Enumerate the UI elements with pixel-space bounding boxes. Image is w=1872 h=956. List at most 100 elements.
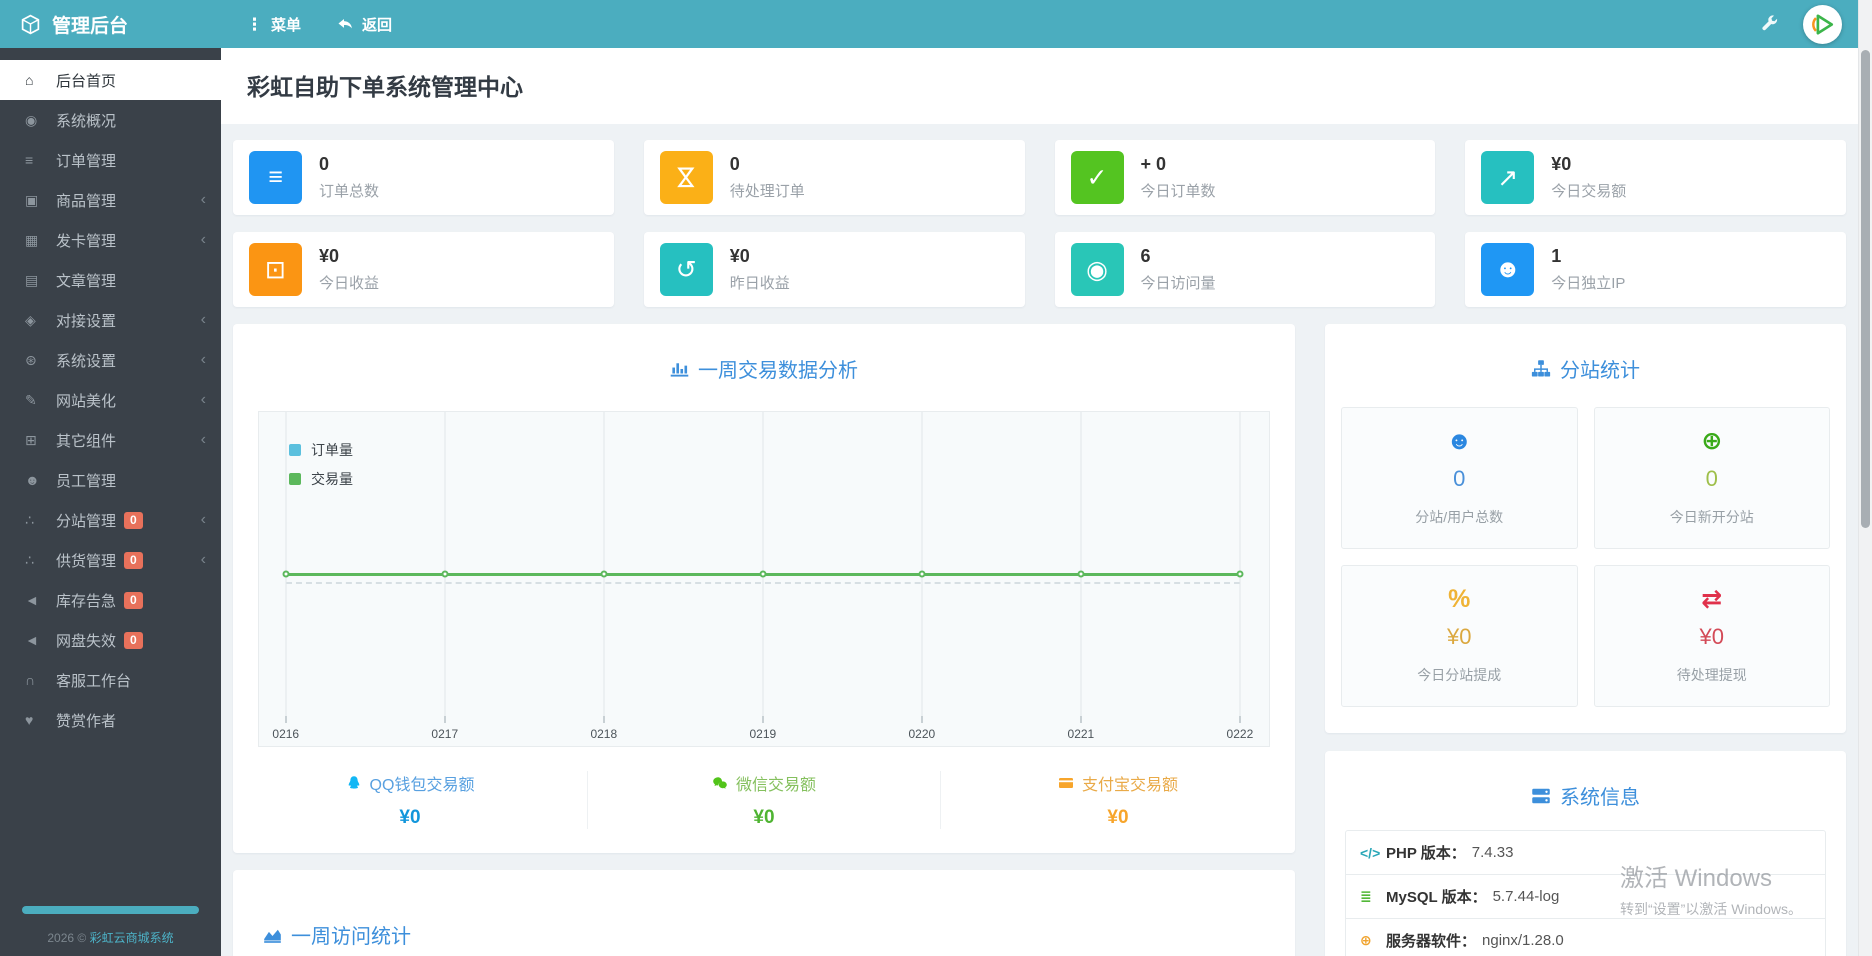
stat-today-unique-ip: ☻ 1 今日独立IP	[1465, 232, 1846, 307]
plus-circle-icon: ⊕	[1701, 427, 1723, 455]
stat-label: 昨日收益	[729, 275, 790, 292]
bullhorn-icon: ◄	[25, 632, 39, 648]
substation-label: 待处理提现	[1676, 667, 1747, 683]
sidebar-item-components[interactable]: ⊞ 其它组件 ‹	[0, 420, 221, 460]
sidebar-item-support-desk[interactable]: ∩ 客服工作台	[0, 660, 221, 700]
stat-value: ¥0	[319, 246, 340, 266]
chart-legend: 订单量交易量	[289, 440, 353, 498]
sidebar-item-suppliers[interactable]: ∴ 供货管理 0 ‹	[0, 540, 221, 580]
chevron-left-icon: ‹	[200, 511, 206, 528]
chevron-left-icon: ‹	[200, 351, 206, 368]
wrench-icon[interactable]	[1761, 15, 1779, 33]
sidebar-item-label: 网站美化	[56, 392, 117, 410]
x-axis-label: 0216	[272, 727, 300, 741]
sidebar-item-staff[interactable]: ☻ 员工管理	[0, 460, 221, 500]
main-content: 彩虹自助下单系统管理中心 ≡ 0 订单总数 ⋈ 0 待处理订单 ✓ + 0 今日…	[221, 48, 1858, 956]
exchange-icon: ⇄	[1701, 585, 1723, 613]
sidebar-item-orders[interactable]: ≡ 订单管理	[0, 140, 221, 180]
sidebar-item-products[interactable]: ▣ 商品管理 ‹	[0, 180, 221, 220]
globe-icon: ⊕	[1360, 932, 1372, 948]
video-player-logo[interactable]	[1803, 4, 1842, 44]
kebab-menu-icon: ⋮	[246, 14, 263, 34]
system-info-value: 7.4.33	[1471, 844, 1514, 861]
sidebar-item-label: 网盘失效	[56, 632, 117, 650]
sidebar-item-label: 赞赏作者	[56, 712, 117, 730]
legend-item[interactable]: 订单量	[289, 440, 353, 460]
topbar: 管理后台 ⋮ 菜单 返回	[0, 0, 1858, 48]
stat-today-volume: ↗ ¥0 今日交易额	[1465, 140, 1846, 215]
substation-value: 0	[1453, 466, 1466, 491]
sidebar-item-substations[interactable]: ∴ 分站管理 0 ‹	[0, 500, 221, 540]
data-point-marker	[759, 570, 767, 578]
stat-label: 今日交易额	[1551, 183, 1627, 200]
payment-value: ¥0	[753, 807, 775, 828]
data-point-marker	[1236, 570, 1244, 578]
legend-label: 订单量	[311, 442, 353, 458]
page-title: 彩虹自助下单系统管理中心	[247, 74, 523, 100]
payment-value: ¥0	[1107, 807, 1129, 828]
chart-line-icon: ↗	[1481, 151, 1535, 204]
sidebar-item-label: 系统设置	[56, 352, 117, 370]
substation-card-title: 分站统计	[1325, 324, 1846, 383]
sidebar-item-netdisk-invalid[interactable]: ◄ 网盘失效 0	[0, 620, 221, 660]
system-info-value: 5.7.44-log	[1492, 888, 1560, 905]
back-button[interactable]: 返回	[337, 14, 392, 35]
reply-arrow-icon	[337, 16, 354, 33]
sidebar-item-api-docking[interactable]: ◈ 对接设置 ‹	[0, 300, 221, 340]
stat-today-visits: ◉ 6 今日访问量	[1054, 232, 1436, 307]
home-icon: ⌂	[25, 72, 34, 88]
alipay-volume: 支付宝交易额 ¥0	[941, 771, 1295, 829]
heart-icon: ♥	[25, 712, 34, 728]
gridline	[444, 412, 446, 723]
chevron-left-icon: ‹	[200, 231, 206, 248]
sidebar-item-beautify[interactable]: ✎ 网站美化 ‹	[0, 380, 221, 420]
substation-cell: ⇄ ¥0 待处理提现	[1593, 565, 1830, 707]
sidebar-footer: 2026 © 彩虹云商城系统	[0, 906, 221, 946]
sidebar-item-articles[interactable]: ▤ 文章管理	[0, 260, 221, 300]
sidebar-item-overview[interactable]: ◉ 系统概况	[0, 100, 221, 140]
stat-label: 今日订单数	[1140, 183, 1216, 200]
sidebar-item-label: 商品管理	[56, 192, 117, 210]
sidebar-item-label: 订单管理	[56, 152, 117, 170]
sidebar-item-home[interactable]: ⌂ 后台首页	[0, 60, 221, 100]
copyright: 2026 © 彩虹云商城系统	[47, 931, 174, 945]
system-info-card: 系统信息 </> PHP 版本： 7.4.33 ≣ MySQL 版本： 5.7.…	[1325, 751, 1846, 956]
content-area: ≡ 0 订单总数 ⋈ 0 待处理订单 ✓ + 0 今日订单数 ↗ ¥0 今日交易…	[221, 124, 1858, 956]
sidebar-item-label: 分站管理	[56, 512, 117, 530]
gridline	[1080, 412, 1082, 723]
x-axis-label: 0218	[590, 727, 618, 741]
legend-swatch	[289, 473, 301, 485]
brand-link[interactable]: 彩虹云商城系统	[90, 931, 174, 945]
sidebar-item-label: 客服工作台	[56, 672, 132, 690]
chevron-left-icon: ‹	[200, 431, 206, 448]
stat-label: 订单总数	[319, 183, 380, 200]
data-point-marker	[600, 570, 608, 578]
server-icon	[1531, 786, 1551, 806]
sidebar-item-card-issuing[interactable]: ▦ 发卡管理 ‹	[0, 220, 221, 260]
wechat-icon	[712, 775, 728, 791]
stat-value: 0	[729, 154, 740, 174]
database-icon: ≣	[1360, 888, 1372, 904]
system-info-row: </> PHP 版本： 7.4.33	[1346, 831, 1825, 874]
bullhorn-icon: ◄	[25, 592, 39, 608]
app-logo[interactable]: 管理后台	[0, 11, 221, 38]
sidebar-item-settings[interactable]: ⊛ 系统设置 ‹	[0, 340, 221, 380]
stat-value: ¥0	[1551, 154, 1572, 174]
substation-cell: ⊕ 0 今日新开分站	[1593, 407, 1830, 549]
gridline	[921, 412, 923, 723]
menu-button[interactable]: ⋮ 菜单	[246, 14, 301, 35]
legend-item[interactable]: 交易量	[289, 469, 353, 489]
cart-icon: ▣	[25, 191, 39, 208]
system-info-title: 系统信息	[1325, 751, 1846, 810]
count-badge: 0	[124, 551, 143, 569]
stat-yesterday-income: ↺ ¥0 昨日收益	[643, 232, 1025, 307]
count-badge: 0	[124, 511, 143, 529]
weekly-visits-card: 一周访问统计	[233, 870, 1295, 956]
chart-card-title: 一周交易数据分析	[233, 324, 1295, 383]
sidebar-item-donate[interactable]: ♥ 赞赏作者	[0, 700, 221, 740]
scrollbar-thumb[interactable]	[1861, 50, 1870, 528]
sitemap-icon: ∴	[25, 551, 34, 568]
dashboard-columns: 一周交易数据分析 订单量 交易量 0216 0217 0218 0219 0220 0221…	[233, 324, 1846, 956]
payment-label: 微信交易额	[735, 777, 816, 794]
sidebar-item-stock-alert[interactable]: ◄ 库存告急 0	[0, 580, 221, 620]
